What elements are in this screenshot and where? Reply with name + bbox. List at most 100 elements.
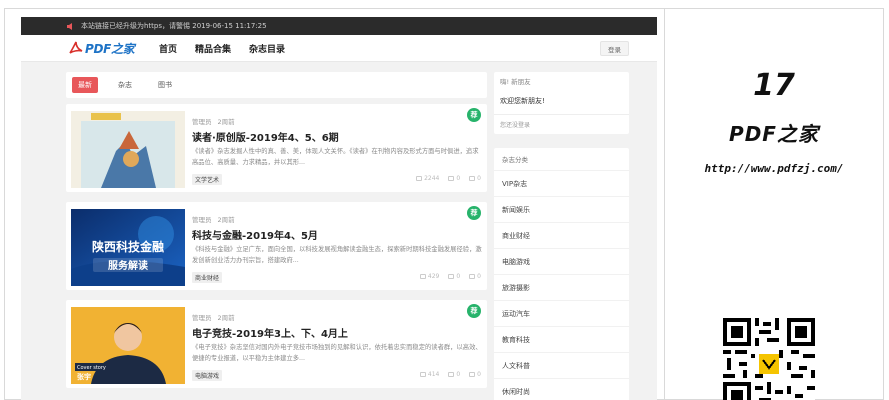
likes-count: 0 <box>477 371 481 378</box>
greeting-head: 嗨! 新朋友 <box>500 78 531 86</box>
filter-tabs: 最新 杂志 图书 <box>66 72 487 98</box>
post-title[interactable]: 电子竞技-2019年3上、下、4月上 <box>192 325 348 340</box>
website-screenshot: 本站链接已经升级为https，请警惕 2019-06-15 11:17:25 P… <box>21 17 657 400</box>
top-navigation: PDF之家 首页 精品合集 杂志目录 登录 <box>21 35 657 62</box>
comments-count: 0 <box>456 175 461 182</box>
nav-magazine-index[interactable]: 杂志目录 <box>249 42 285 55</box>
nav-collections[interactable]: 精品合集 <box>195 42 231 55</box>
logo-text: PDF之家 <box>85 41 135 56</box>
recommend-badge: 荐 <box>467 206 481 220</box>
comment-icon <box>448 372 455 377</box>
vertical-divider <box>664 8 665 400</box>
recommend-badge: 荐 <box>467 108 481 122</box>
comments-count: 0 <box>456 371 461 378</box>
comments-count: 0 <box>456 273 461 280</box>
category-item[interactable]: 旅游摄影 <box>494 274 629 300</box>
post-title[interactable]: 科技与金融-2019年4、5月 <box>192 227 318 242</box>
category-item[interactable]: 新闻娱乐 <box>494 196 629 222</box>
post-author[interactable]: 管理员 <box>192 116 212 126</box>
brand-url[interactable]: http://www.pdfzj.com/ <box>664 162 884 175</box>
eye-icon <box>416 176 423 181</box>
post-card[interactable]: 陕西科技金融 服务解读 管理员 2周前 科技与金融-2019年4、5月 《科技与… <box>66 202 487 290</box>
post-category-tag[interactable]: 文学艺术 <box>192 174 223 185</box>
post-thumbnail[interactable]: 陕西科技金融 服务解读 <box>71 209 185 286</box>
post-author[interactable]: 管理员 <box>192 214 212 224</box>
tab-books[interactable]: 图书 <box>152 77 178 93</box>
likes-stat: 0 <box>469 273 481 280</box>
post-description: 《电子竞技》杂志坚信对国内外电子竞技市场独到的见解和认识，依托着忠实而稳定的读者… <box>192 344 482 362</box>
eye-icon <box>419 372 426 377</box>
post-category-tag[interactable]: 商业财经 <box>192 272 223 283</box>
views-count: 429 <box>427 273 440 280</box>
post-category-tag[interactable]: 电脑游戏 <box>192 370 223 381</box>
post-stats: 2244 0 0 <box>416 175 481 182</box>
category-panel: 杂志分类 VIP杂志 新闻娱乐 商业财经 电脑游戏 旅游摄影 运动汽车 教育科技… <box>494 148 629 400</box>
nav-home[interactable]: 首页 <box>159 42 177 55</box>
category-item[interactable]: VIP杂志 <box>494 170 629 196</box>
category-item[interactable]: 教育科技 <box>494 326 629 352</box>
login-status[interactable]: 您还没登录 <box>494 114 629 134</box>
pdf-logo-icon <box>69 41 83 54</box>
likes-stat: 0 <box>469 371 481 378</box>
views-count: 414 <box>427 371 440 378</box>
category-item[interactable]: 电脑游戏 <box>494 248 629 274</box>
post-time: 2周前 <box>217 118 235 126</box>
welcome-text: 欢迎您新朋友! <box>500 97 545 105</box>
post-stats: 414 0 0 <box>419 371 481 378</box>
category-item[interactable]: 人文科普 <box>494 352 629 378</box>
likes-stat: 0 <box>469 175 481 182</box>
notice-bar: 本站链接已经升级为https，请警惕 2019-06-15 11:17:25 <box>21 17 657 35</box>
likes-count: 0 <box>477 175 481 182</box>
category-item[interactable]: 商业财经 <box>494 222 629 248</box>
views-stat: 414 <box>419 371 440 378</box>
post-time: 2周前 <box>217 314 235 322</box>
comment-icon <box>448 274 455 279</box>
thumb-subheadline: 服务解读 <box>108 259 148 272</box>
qr-code-icon <box>723 318 815 400</box>
thumb-cover-label: Cover story <box>77 365 106 371</box>
user-panel: 嗨! 新朋友 欢迎您新朋友! 您还没登录 <box>494 72 629 134</box>
tab-latest[interactable]: 最新 <box>72 77 98 93</box>
sidebar: 嗨! 新朋友 欢迎您新朋友! 您还没登录 杂志分类 VIP杂志 新闻娱乐 商业财… <box>494 72 629 400</box>
post-card[interactable]: Cover story 张宇 管理员 2周前 电子竞技-2019年3上、下、4月… <box>66 300 487 388</box>
views-count: 2244 <box>424 175 440 182</box>
post-title[interactable]: 读者·原创版-2019年4、5、6期 <box>192 129 339 144</box>
page-number: 17 <box>753 68 795 103</box>
post-author[interactable]: 管理员 <box>192 312 212 322</box>
post-thumbnail[interactable]: Cover story 张宇 <box>71 307 185 384</box>
notice-text: 本站链接已经升级为https，请警惕 2019-06-15 11:17:25 <box>81 22 267 30</box>
likes-count: 0 <box>477 273 481 280</box>
like-icon <box>469 372 476 377</box>
category-title: 杂志分类 <box>502 156 528 164</box>
login-button[interactable]: 登录 <box>600 41 629 56</box>
main-column: 最新 杂志 图书 管理员 2周前 读者·原创版-2019年4、5、6期 《读者》… <box>66 72 487 388</box>
views-stat: 2244 <box>416 175 439 182</box>
post-stats: 429 0 0 <box>419 273 481 280</box>
thumb-cover-name: 张宇 <box>77 372 91 381</box>
comments-stat: 0 <box>448 175 460 182</box>
category-item[interactable]: 运动汽车 <box>494 300 629 326</box>
comment-icon <box>448 176 455 181</box>
post-meta: 管理员 2周前 <box>192 116 235 126</box>
category-item[interactable]: 休闲时尚 <box>494 378 629 400</box>
eye-icon <box>419 274 426 279</box>
post-meta: 管理员 2周前 <box>192 312 235 322</box>
site-logo[interactable]: PDF之家 <box>69 40 159 57</box>
like-icon <box>469 274 476 279</box>
comments-stat: 0 <box>448 273 460 280</box>
post-card[interactable]: 管理员 2周前 读者·原创版-2019年4、5、6期 《读者》杂志发掘人性中的真… <box>66 104 487 192</box>
views-stat: 429 <box>419 273 440 280</box>
like-icon <box>469 176 476 181</box>
post-description: 《科技与金融》立足广东，面向全国，以科技发展视角解读金融生态，探索新时期科技金融… <box>192 246 482 264</box>
comments-stat: 0 <box>448 371 460 378</box>
brand-name: PDF之家 <box>729 122 819 146</box>
tab-magazines[interactable]: 杂志 <box>112 77 138 93</box>
thumb-headline: 陕西科技金融 <box>92 239 164 254</box>
post-thumbnail[interactable] <box>71 111 185 188</box>
recommend-badge: 荐 <box>467 304 481 318</box>
post-description: 《读者》杂志发掘人性中的真、善、美，体现人文关怀。《读者》在刊物内容及形式方面与… <box>192 148 479 166</box>
post-time: 2周前 <box>217 216 235 224</box>
speaker-icon <box>67 22 75 30</box>
post-meta: 管理员 2周前 <box>192 214 235 224</box>
qr-code <box>723 318 815 400</box>
